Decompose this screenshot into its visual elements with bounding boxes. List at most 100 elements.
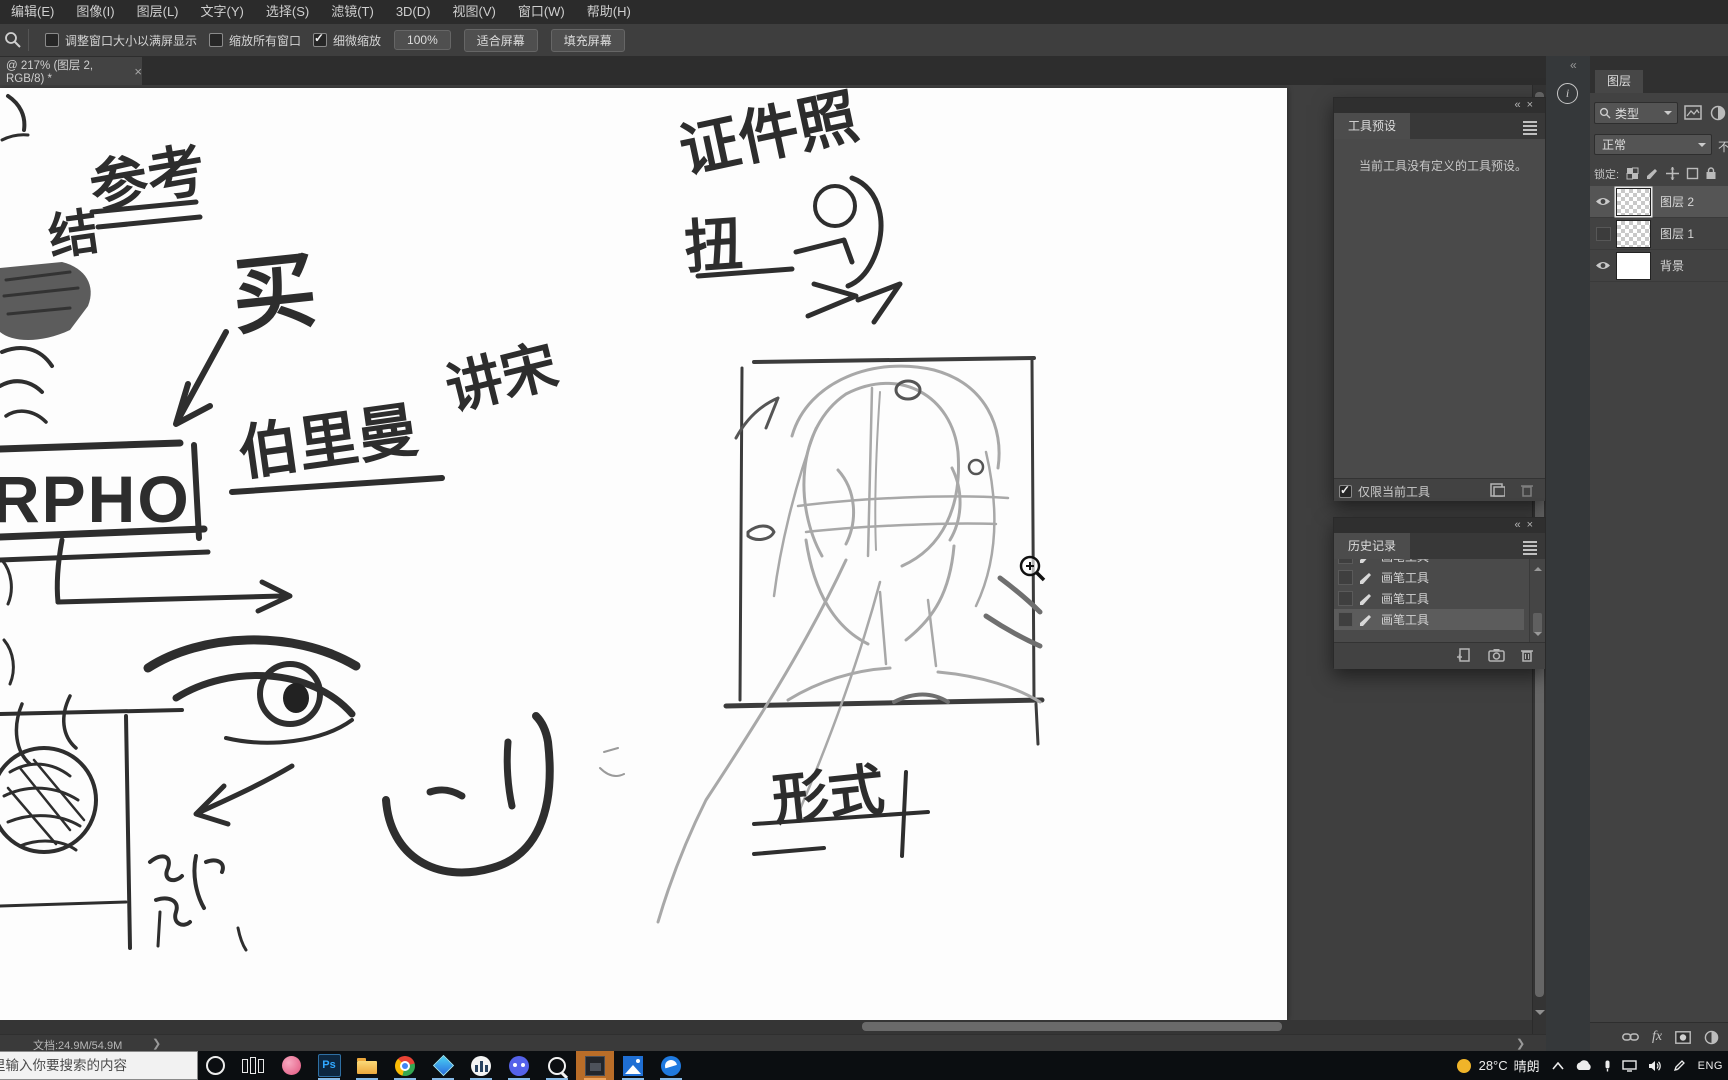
add-layer-mask-icon[interactable]	[1675, 1030, 1692, 1044]
discord-button[interactable]	[500, 1051, 538, 1080]
link-layers-icon[interactable]	[1622, 1032, 1639, 1042]
zoom-tool-icon[interactable]	[0, 31, 26, 49]
layer-thumbnail[interactable]	[1616, 251, 1651, 280]
menu-filter[interactable]: 滤镜(T)	[320, 0, 385, 24]
volume-icon[interactable]	[1648, 1060, 1662, 1072]
pen-input-icon[interactable]	[1673, 1059, 1686, 1072]
photos-app-button[interactable]	[614, 1051, 652, 1080]
fill-screen-button[interactable]: 填充屏幕	[550, 28, 625, 52]
panel-menu-icon[interactable]	[1523, 121, 1537, 137]
panel-menu-icon[interactable]	[1523, 541, 1537, 557]
history-source-well[interactable]	[1338, 570, 1353, 585]
search-app-button[interactable]	[538, 1051, 576, 1080]
blue-circle-app-button[interactable]	[652, 1051, 690, 1080]
close-icon[interactable]: ×	[1527, 519, 1539, 531]
pink-app-button[interactable]	[272, 1051, 310, 1080]
history-source-well[interactable]	[1338, 612, 1353, 627]
new-adjustment-layer-icon[interactable]	[1704, 1030, 1719, 1045]
history-source-well[interactable]	[1338, 559, 1353, 564]
taskbar-search-input[interactable]: 在这里输入你要搜索的内容	[0, 1051, 198, 1080]
scroll-down-arrow-icon[interactable]	[1535, 1010, 1545, 1020]
filter-type-dropdown[interactable]: 类型	[1594, 102, 1678, 124]
w-app-button[interactable]	[462, 1051, 500, 1080]
drawing-canvas[interactable]: 参考 结 买 伯里曼 讲宋 RPHO 证件照 扭 形式	[0, 88, 1287, 1020]
tab-tool-presets[interactable]: 工具预设	[1334, 113, 1411, 139]
menu-help[interactable]: 帮助(H)	[576, 0, 642, 24]
info-panel-icon[interactable]: i	[1557, 83, 1578, 104]
tray-temperature[interactable]: 28°C	[1479, 1058, 1508, 1073]
blend-mode-dropdown[interactable]: 正常	[1594, 134, 1712, 155]
tray-weather[interactable]: 晴朗	[1514, 1056, 1540, 1075]
magnifier-app-icon	[548, 1056, 566, 1075]
task-view-button[interactable]	[234, 1051, 272, 1080]
history-row[interactable]: 画笔工具	[1334, 588, 1524, 609]
delete-preset-icon[interactable]	[1521, 483, 1533, 497]
new-snapshot-camera-icon[interactable]	[1488, 648, 1505, 662]
tab-layers[interactable]: 图层	[1595, 70, 1644, 93]
lock-transparency-icon[interactable]	[1626, 167, 1639, 180]
zoom-100-button[interactable]: 100%	[394, 30, 451, 50]
history-row[interactable]: 画笔工具	[1334, 559, 1524, 567]
active-drawing-app-button[interactable]	[576, 1051, 614, 1080]
filter-pixel-layers-icon[interactable]	[1684, 105, 1702, 120]
photoshop-button[interactable]: Ps	[310, 1051, 348, 1080]
status-right-arrow-icon[interactable]: ❯	[1516, 1037, 1525, 1050]
zoom-all-windows-checkbox[interactable]: 缩放所有窗口	[209, 32, 301, 49]
scroll-up-arrow-icon[interactable]	[1534, 563, 1542, 571]
visibility-eye-icon[interactable]	[1595, 260, 1611, 271]
file-explorer-button[interactable]	[348, 1051, 386, 1080]
filter-adjustment-layers-icon[interactable]	[1710, 105, 1726, 121]
lock-artboard-icon[interactable]	[1686, 167, 1699, 180]
current-tool-only-checkbox[interactable]: 仅限当前工具	[1339, 483, 1430, 500]
resize-windows-checkbox[interactable]: 调整窗口大小以满屏显示	[45, 32, 197, 49]
history-scrollbar[interactable]	[1529, 559, 1545, 642]
layer-row-background[interactable]: 背景	[1590, 250, 1728, 282]
input-language-indicator[interactable]: ENG	[1698, 1060, 1723, 1072]
tray-expand-chevron-icon[interactable]	[1552, 1061, 1564, 1070]
document-tab[interactable]: @ 217% (图层 2, RGB/8) * ×	[0, 57, 142, 85]
history-row[interactable]: 画笔工具	[1334, 567, 1524, 588]
menu-select[interactable]: 选择(S)	[255, 0, 320, 24]
layer-thumbnail[interactable]	[1616, 219, 1651, 248]
visibility-off-icon[interactable]	[1595, 226, 1611, 241]
menu-window[interactable]: 窗口(W)	[507, 0, 576, 24]
menu-3d[interactable]: 3D(D)	[385, 0, 442, 24]
menu-image[interactable]: 图像(I)	[65, 0, 125, 24]
tab-close-icon[interactable]: ×	[134, 64, 142, 79]
history-source-well[interactable]	[1338, 591, 1353, 606]
scrubby-zoom-checkbox[interactable]: 细微缩放	[313, 31, 381, 49]
onedrive-cloud-icon[interactable]	[1575, 1060, 1593, 1071]
close-icon[interactable]: ×	[1527, 99, 1539, 111]
menu-type[interactable]: 文字(Y)	[190, 0, 255, 24]
status-flyout-icon[interactable]: ❯	[152, 1037, 161, 1050]
new-document-from-state-icon[interactable]	[1456, 648, 1472, 663]
blue-gem-app-button[interactable]	[424, 1051, 462, 1080]
history-scroll-thumb[interactable]	[1533, 613, 1542, 633]
visibility-eye-icon[interactable]	[1595, 196, 1611, 207]
layer-thumbnail[interactable]	[1616, 187, 1651, 216]
new-preset-icon[interactable]	[1490, 483, 1505, 497]
cortana-button[interactable]	[196, 1051, 234, 1080]
collapse-icon[interactable]: «	[1514, 99, 1526, 111]
menu-view[interactable]: 视图(V)	[441, 0, 506, 24]
collapse-icon[interactable]: «	[1514, 519, 1526, 531]
layer-row-layer1[interactable]: 图层 1	[1590, 218, 1728, 250]
history-row-selected[interactable]: 画笔工具	[1334, 609, 1524, 630]
layer-row-layer2[interactable]: 图层 2	[1590, 186, 1728, 218]
menu-layer[interactable]: 图层(L)	[126, 0, 190, 24]
tab-history[interactable]: 历史记录	[1334, 533, 1411, 559]
layer-styles-fx-icon[interactable]: fx	[1652, 1029, 1662, 1045]
horizontal-scroll-thumb[interactable]	[862, 1022, 1282, 1031]
usb-device-icon[interactable]	[1604, 1060, 1611, 1072]
display-icon[interactable]	[1621, 1059, 1637, 1072]
chrome-button[interactable]	[386, 1051, 424, 1080]
collapse-dock-icon[interactable]: «	[1570, 58, 1577, 72]
horizontal-scrollbar[interactable]	[0, 1020, 1532, 1034]
menu-edit[interactable]: 编辑(E)	[0, 0, 65, 24]
delete-state-trash-icon[interactable]	[1521, 648, 1533, 662]
lock-position-move-icon[interactable]	[1666, 167, 1680, 180]
scroll-down-arrow-icon[interactable]	[1534, 632, 1542, 640]
lock-all-icon[interactable]	[1706, 167, 1716, 180]
fit-screen-button[interactable]: 适合屏幕	[463, 28, 538, 52]
lock-pixels-brush-icon[interactable]	[1646, 167, 1659, 180]
